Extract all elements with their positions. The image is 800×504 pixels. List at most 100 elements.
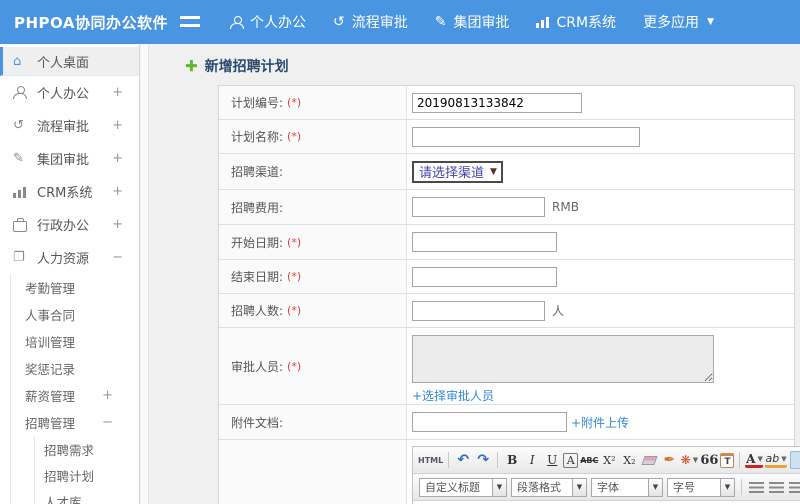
required-marker: (*) (287, 270, 302, 283)
sidebar-item-recruit-demand[interactable]: 招聘需求 (44, 436, 139, 462)
end-date-input[interactable] (412, 266, 557, 287)
expand-icon[interactable]: + (102, 388, 113, 403)
required-marker: (*) (287, 130, 302, 143)
sidebar-item-hr-contract[interactable]: 人事合同 (25, 301, 139, 328)
font-size-combo[interactable]: 字号 ▼ (667, 477, 735, 497)
align-center-icon (768, 481, 784, 493)
paragraph-format-combo[interactable]: 段落格式 ▼ (511, 477, 587, 497)
nav-label: 更多应用 (643, 15, 700, 31)
superscript-button[interactable]: X² (600, 450, 618, 470)
form-row-editor: HTML ↶ ↷ B I U A ABC X² X₂ ✒ ❋ ▼ 66 T A … (219, 440, 800, 504)
eraser-button[interactable] (640, 450, 658, 470)
collapse-icon[interactable]: − (112, 250, 123, 265)
align-right-button[interactable] (787, 477, 800, 497)
bold-button[interactable]: B (503, 450, 521, 470)
form-row-headcount: 招聘人数: (*) 人 (219, 294, 794, 328)
sidebar-splitter[interactable] (141, 44, 149, 504)
sidebar-item-label: 人才库 (44, 494, 82, 504)
chevron-down-icon[interactable]: ▼ (573, 477, 587, 497)
sidebar-item-recruitment[interactable]: 招聘管理 − (25, 409, 139, 436)
align-right-icon (788, 481, 800, 493)
strikethrough-button[interactable]: ABC (580, 450, 598, 470)
chevron-down-icon[interactable]: ▼ (721, 477, 735, 497)
nav-crm-system[interactable]: CRM系统 (536, 12, 616, 32)
menu-toggle-icon[interactable] (180, 15, 200, 29)
auto-typeset-button[interactable]: ❋ ▼ (680, 450, 698, 470)
approvers-textarea[interactable] (412, 335, 714, 383)
font-family-combo[interactable]: 字体 ▼ (591, 477, 663, 497)
field-label: 招聘人数: (*) (219, 294, 407, 327)
sidebar-item-talent-pool[interactable]: 人才库 (44, 488, 139, 504)
expand-icon[interactable]: + (112, 118, 123, 133)
italic-button[interactable]: I (523, 450, 541, 470)
field-label: 审批人员: (*) (219, 328, 407, 404)
sidebar-item-crm[interactable]: CRM系统 + (0, 175, 139, 208)
form-row-cost: 招聘费用: RMB (219, 190, 794, 225)
start-date-input[interactable] (412, 232, 557, 252)
book-icon: ❐ (13, 250, 25, 265)
nav-label: 个人办公 (250, 15, 306, 31)
sidebar-item-recruit-plan[interactable]: 招聘计划 (44, 462, 139, 488)
sidebar-item-desktop[interactable]: ⌂ 个人桌面 (0, 47, 139, 76)
sidebar-item-personal-office[interactable]: 个人办公 + (0, 76, 139, 109)
custom-title-combo[interactable]: 自定义标题 ▼ (419, 477, 507, 497)
paste-plain-button[interactable]: T (720, 453, 735, 468)
headcount-input[interactable] (412, 300, 545, 321)
align-left-icon (748, 481, 764, 493)
redo-button[interactable]: ↷ (474, 450, 492, 470)
sidebar-item-training[interactable]: 培训管理 (25, 328, 139, 355)
form-row-plan-number: 计划编号: (*) (219, 86, 794, 120)
expand-icon[interactable]: + (112, 217, 123, 232)
undo-button[interactable]: ↶ (454, 450, 472, 470)
sidebar-item-label: 招聘计划 (44, 468, 95, 484)
clipped-toolbar-button[interactable] (789, 451, 800, 469)
chevron-down-icon: ▼ (692, 456, 699, 464)
attachment-upload-link[interactable]: +附件上传 (571, 414, 629, 431)
sidebar-item-salary[interactable]: 薪资管理 + (25, 382, 139, 409)
select-approvers-link[interactable]: +选择审批人员 (412, 387, 494, 404)
sidebar-item-attendance[interactable]: 考勤管理 (25, 274, 139, 301)
source-code-button[interactable]: HTML (418, 450, 443, 470)
blockquote-button[interactable]: 66 (700, 450, 718, 470)
expand-icon[interactable]: + (112, 184, 123, 199)
required-marker: (*) (287, 304, 302, 317)
align-center-button[interactable] (767, 477, 785, 497)
channel-select[interactable]: 请选择渠道 ▼ (412, 160, 503, 183)
nav-more-apps[interactable]: 更多应用 ▼ (643, 12, 714, 32)
expand-icon[interactable]: + (112, 85, 123, 100)
chevron-down-icon[interactable]: ▼ (649, 477, 663, 497)
chevron-down-icon: ▼ (490, 166, 497, 177)
user-icon (13, 86, 27, 99)
sidebar-item-rewards[interactable]: 奖惩记录 (25, 355, 139, 382)
underline-button[interactable]: U (543, 450, 561, 470)
sidebar-item-workflow-approval[interactable]: ↺ 流程审批 + (0, 109, 139, 142)
sidebar-item-label: CRM系统 (37, 186, 93, 201)
nav-label: 流程审批 (351, 15, 408, 31)
cost-input[interactable] (412, 197, 545, 217)
sidebar-item-hr[interactable]: ❐ 人力资源 − (0, 241, 139, 274)
plan-name-input[interactable] (412, 126, 640, 147)
sidebar-item-label: 个人桌面 (37, 55, 90, 71)
font-color-button[interactable]: A ▼ (745, 452, 764, 468)
sidebar-item-admin-office[interactable]: 行政办公 + (0, 208, 139, 241)
highlight-color-button[interactable]: ab ▼ (765, 452, 787, 468)
field-label-empty (219, 440, 407, 504)
auto-typography-button[interactable]: A (563, 453, 579, 468)
format-brush-button[interactable]: ✒ (660, 450, 678, 470)
sidebar-item-group-approval[interactable]: ✎ 集团审批 + (0, 142, 139, 175)
collapse-icon[interactable]: − (102, 415, 113, 430)
chevron-down-icon[interactable]: ▼ (493, 477, 507, 497)
briefcase-icon (13, 217, 27, 232)
nav-group-approval[interactable]: ✎ 集团审批 (435, 12, 510, 32)
sidebar-item-label: 个人办公 (37, 87, 90, 102)
nav-personal-office[interactable]: 个人办公 (230, 12, 306, 32)
nav-workflow-approval[interactable]: ↺ 流程审批 (333, 12, 408, 32)
subscript-button[interactable]: X₂ (620, 450, 638, 470)
align-left-button[interactable] (747, 477, 765, 497)
expand-icon[interactable]: + (112, 151, 123, 166)
recruit-plan-form: 计划编号: (*) 计划名称: (*) 招聘渠道: (218, 85, 800, 504)
attachment-input[interactable] (412, 412, 567, 432)
plan-number-input[interactable] (412, 92, 582, 113)
combo-value: 段落格式 (511, 477, 573, 497)
sidebar-item-label: 奖惩记录 (25, 362, 76, 377)
